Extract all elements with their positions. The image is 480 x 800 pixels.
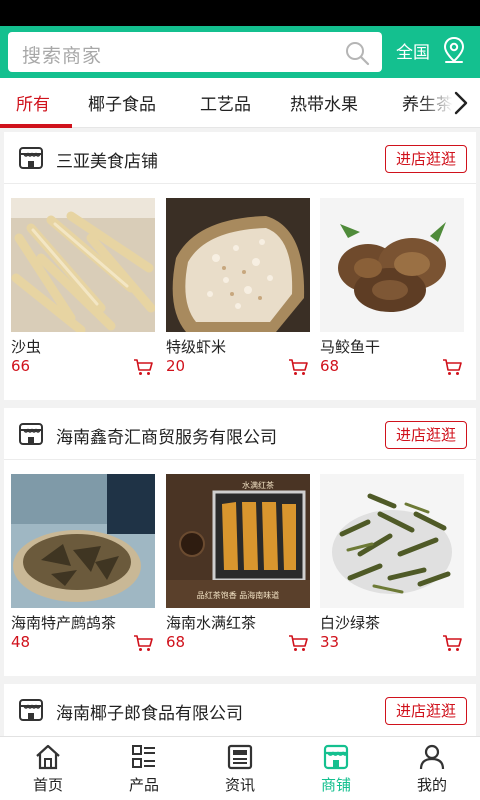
store-icon [19, 147, 43, 169]
product-name: 海南水满红茶 [166, 614, 257, 632]
news-icon [227, 744, 253, 770]
product-image[interactable] [11, 198, 155, 332]
shop-name: 海南鑫奇汇商贸服务有限公司 [56, 428, 277, 448]
tab-all[interactable]: 所有 [16, 90, 50, 115]
nav-label: 商铺 [320, 776, 351, 794]
product-image[interactable] [320, 198, 464, 332]
shop-header: 海南椰子郎食品有限公司 进店逛逛 [4, 684, 476, 736]
product-image[interactable]: 水满红茶 品红茶饱香 品海南味道 [166, 474, 310, 608]
shop-name: 三亚美食店铺 [56, 152, 158, 172]
product-image[interactable] [11, 474, 155, 608]
cart-icon[interactable] [442, 634, 462, 652]
product-name: 沙虫 [11, 338, 42, 356]
status-bar [0, 0, 480, 26]
product-price: 48 [11, 633, 31, 651]
store-icon [19, 699, 43, 721]
product-price: 66 [11, 357, 31, 375]
nav-stores[interactable]: 商铺 [288, 737, 384, 800]
product-image[interactable] [320, 474, 464, 608]
cart-icon[interactable] [133, 358, 153, 376]
nav-label: 产品 [128, 776, 159, 794]
nav-home[interactable]: 首页 [0, 737, 96, 800]
shop-card: 海南椰子郎食品有限公司 进店逛逛 [4, 684, 476, 736]
shop-card: 三亚美食店铺 进店逛逛 沙虫 66 特级虾米 20 马鲛鱼干 68 [4, 132, 476, 400]
enter-shop-button[interactable]: 进店逛逛 [385, 697, 467, 725]
product-price: 68 [166, 633, 186, 651]
svg-text:水满红茶: 水满红茶 [242, 480, 274, 490]
top-header: 搜索商家 全国 [0, 26, 480, 78]
product-card[interactable]: 白沙绿茶 33 [320, 474, 464, 654]
tab-fade [420, 78, 480, 127]
nav-label: 首页 [32, 776, 63, 794]
nav-label: 我的 [416, 776, 447, 794]
nav-products[interactable]: 产品 [96, 737, 192, 800]
tab-coconut-food[interactable]: 椰子食品 [88, 90, 156, 115]
product-name: 马鲛鱼干 [320, 338, 381, 356]
home-icon [36, 744, 60, 770]
product-image[interactable] [166, 198, 310, 332]
nav-news[interactable]: 资讯 [192, 737, 288, 800]
nav-label: 资讯 [224, 776, 255, 794]
tab-tropical-fruit[interactable]: 热带水果 [290, 90, 358, 115]
category-tabs: 所有 椰子食品 工艺品 热带水果 养生茶 [0, 78, 480, 128]
nav-me[interactable]: 我的 [384, 737, 480, 800]
enter-shop-button[interactable]: 进店逛逛 [385, 145, 467, 173]
product-price: 33 [320, 633, 340, 651]
product-card[interactable]: 海南特产鹧鸪茶 48 [11, 474, 155, 654]
product-card[interactable]: 沙虫 66 [11, 198, 155, 378]
shop-card: 海南鑫奇汇商贸服务有限公司 进店逛逛 海南特产鹧鸪茶 48 水满红茶 品红茶饱香… [4, 408, 476, 676]
chevron-right-icon[interactable] [452, 90, 470, 116]
shop-header: 三亚美食店铺 进店逛逛 [4, 132, 476, 184]
product-name: 特级虾米 [166, 338, 227, 356]
shop-header: 海南鑫奇汇商贸服务有限公司 进店逛逛 [4, 408, 476, 460]
user-icon [419, 744, 445, 770]
list-icon [132, 745, 155, 768]
product-name: 白沙绿茶 [320, 614, 381, 632]
search-icon[interactable] [344, 40, 370, 66]
product-card[interactable]: 马鲛鱼干 68 [320, 198, 464, 378]
store-icon [19, 423, 43, 445]
product-card[interactable]: 特级虾米 20 [166, 198, 310, 378]
cart-icon[interactable] [133, 634, 153, 652]
cart-icon[interactable] [288, 634, 308, 652]
tab-crafts[interactable]: 工艺品 [200, 90, 251, 115]
product-card[interactable]: 水满红茶 品红茶饱香 品海南味道 海南水满红茶 68 [166, 474, 310, 654]
search-placeholder: 搜索商家 [22, 45, 103, 67]
active-tab-indicator [0, 124, 72, 128]
region-selector[interactable]: 全国 [396, 38, 430, 63]
store-icon [323, 744, 349, 770]
product-price: 68 [320, 357, 340, 375]
svg-text:品红茶饱香 品海南味道: 品红茶饱香 品海南味道 [197, 590, 280, 600]
cart-icon[interactable] [442, 358, 462, 376]
shop-name: 海南椰子郎食品有限公司 [56, 704, 243, 724]
location-icon[interactable] [442, 36, 466, 64]
search-input[interactable]: 搜索商家 [8, 32, 382, 72]
bottom-nav: 首页 产品 资讯 商铺 我的 [0, 736, 480, 800]
enter-shop-button[interactable]: 进店逛逛 [385, 421, 467, 449]
product-name: 海南特产鹧鸪茶 [11, 614, 117, 632]
product-price: 20 [166, 357, 186, 375]
cart-icon[interactable] [288, 358, 308, 376]
